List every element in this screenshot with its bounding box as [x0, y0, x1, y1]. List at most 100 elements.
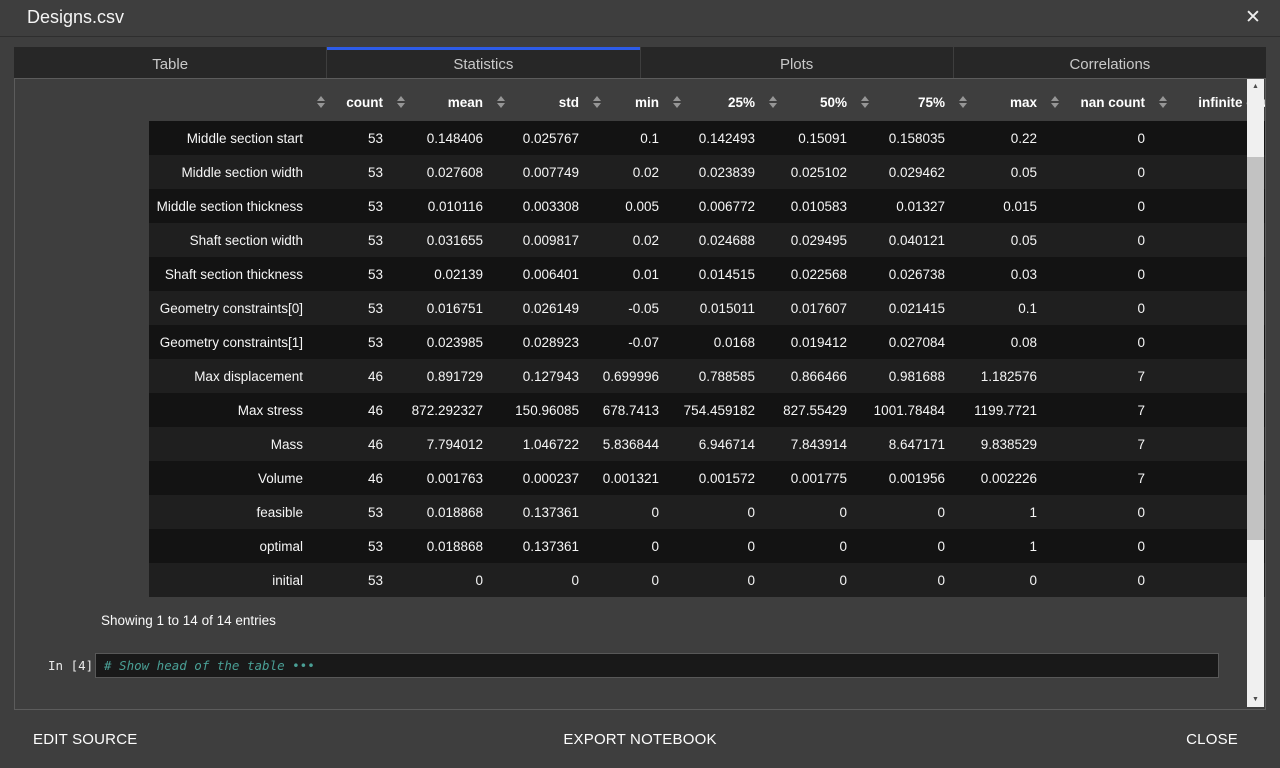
cell-value: 53 [313, 257, 393, 291]
cell-value: 0.018868 [393, 495, 493, 529]
cell-value: 0.040121 [857, 223, 955, 257]
cell-value: 5.836844 [589, 427, 669, 461]
cell-value: 0.017607 [765, 291, 857, 325]
cell-value: 0.031655 [393, 223, 493, 257]
cell-value: 53 [313, 223, 393, 257]
cell-value: 0.029495 [765, 223, 857, 257]
cell-value: 6.946714 [669, 427, 765, 461]
close-icon[interactable]: ✕ [1240, 5, 1266, 31]
column-header-label: 75% [918, 95, 945, 110]
cell-value: 53 [313, 563, 393, 597]
cell-value: 0 [589, 495, 669, 529]
cell-value: 0 [1047, 529, 1155, 563]
cell-value: 0.1 [955, 291, 1047, 325]
cell-value: 0 [1047, 223, 1155, 257]
table-row: Middle section width530.0276080.0077490.… [149, 155, 1266, 189]
scrollbar-thumb[interactable] [1247, 157, 1264, 540]
column-header[interactable]: count [313, 83, 393, 121]
cell-value: 0 [1047, 291, 1155, 325]
cell-value: 0.01 [589, 257, 669, 291]
cell-value: 0.028923 [493, 325, 589, 359]
cell-value: 0.022568 [765, 257, 857, 291]
cell-value: 0 [857, 529, 955, 563]
column-header-label: 25% [728, 95, 755, 110]
tab-plots[interactable]: Plots [641, 47, 953, 78]
sort-icon[interactable] [861, 96, 869, 108]
sort-icon[interactable] [1159, 96, 1167, 108]
cell-value: 9.838529 [955, 427, 1047, 461]
column-header[interactable]: mean [393, 83, 493, 121]
scroll-down-icon[interactable]: ▼ [1247, 692, 1264, 707]
cell-value: 0.003308 [493, 189, 589, 223]
sort-icon[interactable] [317, 96, 325, 108]
tab-table[interactable]: Table [14, 47, 326, 78]
cell-value: 0.699996 [589, 359, 669, 393]
cell-value: 0.006772 [669, 189, 765, 223]
tab-statistics[interactable]: Statistics [327, 47, 639, 78]
table-row: Volume460.0017630.0002370.0013210.001572… [149, 461, 1266, 495]
cell-value: 0.026738 [857, 257, 955, 291]
export-notebook-button[interactable]: EXPORT NOTEBOOK [0, 710, 1280, 768]
column-header-label: count [346, 95, 383, 110]
sort-icon[interactable] [397, 96, 405, 108]
scroll-up-icon[interactable]: ▲ [1247, 79, 1264, 94]
column-header[interactable]: max [955, 83, 1047, 121]
cell-value: 0 [669, 563, 765, 597]
column-header[interactable]: std [493, 83, 589, 121]
row-label: Shaft section width [149, 223, 313, 257]
cell-value: 0.02 [589, 223, 669, 257]
sort-icon[interactable] [673, 96, 681, 108]
cell-value: 0.137361 [493, 495, 589, 529]
cell-value: 46 [313, 359, 393, 393]
cell-value: 1.046722 [493, 427, 589, 461]
cell-value: 0.021415 [857, 291, 955, 325]
vertical-scrollbar[interactable]: ▲ ▼ [1247, 79, 1264, 707]
cell-value: -0.07 [589, 325, 669, 359]
row-label: Volume [149, 461, 313, 495]
cell-value: 0.05 [955, 155, 1047, 189]
cell-value: 46 [313, 393, 393, 427]
column-header[interactable]: 50% [765, 83, 857, 121]
cell-value: 0.0168 [669, 325, 765, 359]
table-row: Mass467.7940121.0467225.8368446.9467147.… [149, 427, 1266, 461]
table-row: Max displacement460.8917290.1279430.6999… [149, 359, 1266, 393]
cell-value: 0.001321 [589, 461, 669, 495]
column-header[interactable]: 75% [857, 83, 955, 121]
sort-icon[interactable] [769, 96, 777, 108]
cell-value: 0.142493 [669, 121, 765, 155]
cell-value: 0 [857, 563, 955, 597]
sort-icon[interactable] [593, 96, 601, 108]
column-header-row-label [149, 83, 313, 121]
cell-value: 1.182576 [955, 359, 1047, 393]
cell-value: 0.002226 [955, 461, 1047, 495]
column-header[interactable]: min [589, 83, 669, 121]
sort-icon[interactable] [1051, 96, 1059, 108]
cell-value: 0.019412 [765, 325, 857, 359]
cell-value: 0.026149 [493, 291, 589, 325]
tab-correlations[interactable]: Correlations [954, 47, 1266, 78]
column-header-label: 50% [820, 95, 847, 110]
cell-value: 827.55429 [765, 393, 857, 427]
cell-value: 0 [765, 529, 857, 563]
cell-value: 0.891729 [393, 359, 493, 393]
cell-value: 0 [393, 563, 493, 597]
statistics-table: countmeanstdmin25%50%75%maxnan countinfi… [149, 83, 1266, 597]
table-row: optimal530.0188680.1373610000100 [149, 529, 1266, 563]
table-row: Geometry constraints[1]530.0239850.02892… [149, 325, 1266, 359]
column-header[interactable]: nan count [1047, 83, 1155, 121]
close-button[interactable]: CLOSE [1180, 710, 1244, 768]
cell-value: 0 [955, 563, 1047, 597]
column-header-label: max [1010, 95, 1037, 110]
table-row: Shaft section width530.0316550.0098170.0… [149, 223, 1266, 257]
row-label: Max stress [149, 393, 313, 427]
column-header[interactable]: 25% [669, 83, 765, 121]
code-input[interactable]: # Show head of the table ••• [95, 653, 1219, 678]
cell-value: 0 [1047, 121, 1155, 155]
cell-value: 0 [1047, 257, 1155, 291]
sort-icon[interactable] [959, 96, 967, 108]
sort-icon[interactable] [497, 96, 505, 108]
cell-value: 53 [313, 155, 393, 189]
cell-value: 0.15091 [765, 121, 857, 155]
column-header-label: mean [448, 95, 483, 110]
row-label: Middle section thickness [149, 189, 313, 223]
